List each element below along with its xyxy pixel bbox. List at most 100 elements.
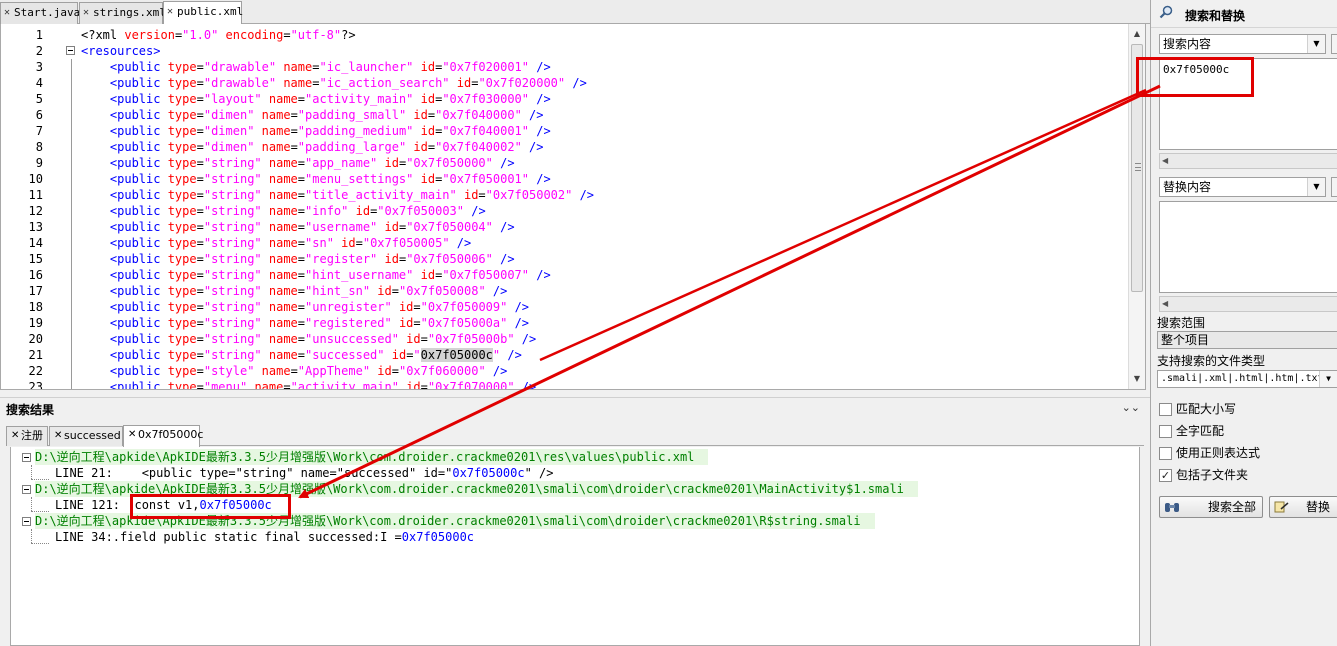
code-line[interactable]: 8 <public type="dimen" name="padding_lar… [36, 139, 1127, 155]
checkmark-icon[interactable]: ✓ [1159, 469, 1172, 482]
code-token: /> [529, 268, 551, 282]
code-token: "string" [203, 268, 262, 282]
code-token: id [398, 300, 414, 314]
filetypes-input[interactable]: .smali|.xml|.html|.htm|.txt ▼ [1157, 370, 1337, 388]
code-line[interactable]: 13 <public type="string" name="username"… [29, 219, 1127, 235]
code-line[interactable]: 3 <public type="drawable" name="ic_launc… [36, 59, 1127, 75]
code-line[interactable]: 11 <public type="string" name="title_act… [29, 187, 1127, 203]
code-line[interactable]: 5 <public type="layout" name="activity_m… [36, 91, 1127, 107]
replace-options-button[interactable] [1331, 177, 1337, 197]
code-line[interactable]: 6 <public type="dimen" name="padding_sma… [36, 107, 1127, 123]
search-input-scrollbar[interactable]: ◀ [1159, 153, 1337, 169]
code-line[interactable]: 19 <public type="string" name="registere… [29, 315, 1127, 331]
code-line[interactable]: 7 <public type="dimen" name="padding_med… [36, 123, 1127, 139]
code-line[interactable]: 12 <public type="string" name="info" id=… [29, 203, 1127, 219]
result-tab-successed[interactable]: ✕ successed [49, 426, 123, 446]
chevron-down-icon[interactable]: ▼ [1307, 178, 1325, 196]
code-line[interactable]: 22 <public type="style" name="AppTheme" … [29, 363, 1127, 379]
code-line[interactable]: 18 <public type="string" name="unregiste… [29, 299, 1127, 315]
checkbox[interactable] [1159, 403, 1172, 416]
code-line[interactable]: 16 <public type="string" name="hint_user… [29, 267, 1127, 283]
replace-input[interactable] [1159, 201, 1337, 293]
replace-history-dropdown[interactable]: 替换内容 ▼ [1159, 177, 1326, 197]
code-line[interactable]: 23 <public type="menu" name="activity_ma… [29, 379, 1127, 390]
collapse-toggle-icon[interactable] [22, 485, 31, 494]
code-line[interactable]: 10 <public type="string" name="menu_sett… [29, 171, 1127, 187]
scope-select[interactable]: 整个项目 [1157, 331, 1337, 349]
code-token: "0x7f05000a" [420, 316, 508, 330]
replace-button[interactable]: 替换 [1269, 496, 1337, 518]
result-file-row[interactable]: D:\逆向工程\apkide\ApkIDE最新3.3.5少月增强版\Work\c… [35, 449, 709, 465]
line-label: LINE 21: [55, 466, 113, 480]
code-line[interactable]: 15 <public type="string" name="register"… [29, 251, 1127, 267]
result-tab-label: 0x7f05000c [138, 428, 204, 441]
code-token: "0x7f040002" [435, 140, 522, 154]
search-history-dropdown[interactable]: 搜索内容 ▼ [1159, 34, 1326, 54]
code-line[interactable]: 14 <public type="string" name="sn" id="0… [29, 235, 1127, 251]
tab-strings-xml[interactable]: ✕ strings.xml [79, 2, 166, 24]
code-token: <public [81, 236, 168, 250]
replace-input-scrollbar[interactable]: ◀ [1159, 296, 1337, 312]
code-line[interactable]: 2 <resources> [36, 43, 1127, 59]
close-icon[interactable]: ✕ [167, 2, 173, 22]
code-token: <public [81, 252, 168, 266]
horizontal-splitter[interactable] [0, 390, 1150, 398]
code-token: "0x7f070000" [427, 380, 515, 390]
close-icon[interactable]: ✕ [128, 426, 136, 444]
close-icon[interactable]: ✕ [11, 427, 19, 445]
line-number: 16 [28, 268, 43, 282]
code-token: /> [507, 300, 530, 314]
scroll-left-icon[interactable]: ◀ [1162, 297, 1168, 311]
search-results-tree[interactable]: D:\逆向工程\apkide\ApkIDE最新3.3.5少月增强版\Work\c… [10, 447, 1140, 646]
close-icon[interactable]: ✕ [4, 3, 10, 23]
result-tab-register[interactable]: ✕ 注册 [6, 426, 48, 446]
code-editor[interactable]: 1 <?xml version="1.0" encoding="utf-8"?> 2… [0, 24, 1146, 390]
close-icon[interactable]: ✕ [83, 3, 89, 23]
code-line[interactable]: 21 <public type="string" name="successed… [29, 347, 1127, 363]
code-line[interactable]: 20 <public type="string" name="unsuccess… [29, 331, 1127, 347]
code-token: "hint_sn" [305, 284, 371, 298]
collapse-chevron-icon[interactable]: ⌄⌄ [1122, 401, 1140, 414]
scroll-up-icon[interactable]: ▲ [1129, 26, 1145, 42]
result-line-row[interactable]: LINE 34:.field public static final succe… [55, 529, 474, 545]
chevron-down-icon[interactable]: ▼ [1307, 35, 1325, 53]
search-all-button[interactable]: 搜索全部 [1159, 496, 1263, 518]
line-number: 11 [28, 188, 43, 202]
result-tab-0x7f05000c[interactable]: ✕ 0x7f05000c [123, 425, 204, 447]
code-token: "sn" [305, 236, 334, 250]
code-token: = [283, 380, 291, 390]
fold-toggle-icon[interactable] [66, 46, 75, 55]
code-token: type [167, 124, 197, 138]
checkbox[interactable] [1159, 425, 1172, 438]
code-text-area[interactable]: 1 <?xml version="1.0" encoding="utf-8"?> 2… [29, 27, 1127, 390]
tab-public-xml[interactable]: ✕ public.xml [163, 1, 243, 25]
code-token: id [377, 364, 392, 378]
code-token: /> [521, 108, 544, 122]
chevron-down-icon[interactable]: ▼ [1319, 371, 1337, 387]
code-line[interactable]: 17 <public type="string" name="hint_sn" … [29, 283, 1127, 299]
code-token: "0x7f060000" [398, 364, 486, 378]
collapse-toggle-icon[interactable] [22, 517, 31, 526]
collapse-toggle-icon[interactable] [22, 453, 31, 462]
line-number: 21 [28, 348, 43, 362]
checkbox[interactable] [1159, 447, 1172, 460]
scroll-down-icon[interactable]: ▼ [1129, 371, 1145, 387]
replace-label: 替换内容 [1163, 180, 1212, 194]
code-token: "string" [203, 316, 262, 330]
tab-start-java[interactable]: ✕ Start.java [0, 2, 80, 24]
scroll-left-icon[interactable]: ◀ [1162, 154, 1168, 168]
code-line[interactable]: 1 <?xml version="1.0" encoding="utf-8"?> [36, 27, 1127, 43]
filetypes-label: 支持搜索的文件类型 [1157, 354, 1266, 368]
code-line[interactable]: 4 <public type="drawable" name="ic_actio… [36, 75, 1127, 91]
search-options-button[interactable] [1331, 34, 1337, 54]
code-token: "layout" [203, 92, 262, 106]
code-token: id [413, 108, 428, 122]
code-line[interactable]: 9 <public type="string" name="app_name" … [36, 155, 1127, 171]
close-icon[interactable]: ✕ [54, 427, 62, 445]
result-line-row[interactable]: LINE 21: <public type="string" name="suc… [55, 465, 554, 481]
